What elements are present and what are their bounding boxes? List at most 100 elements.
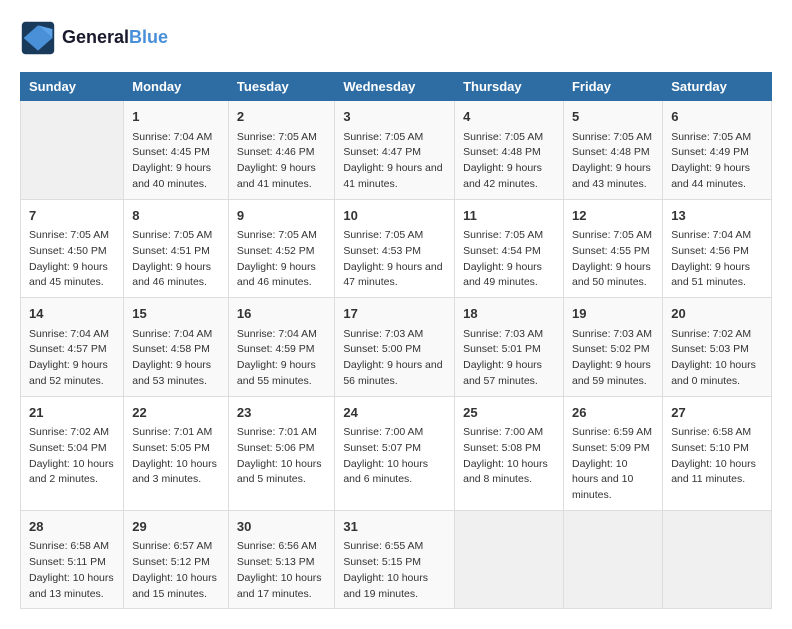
- day-info: Sunrise: 6:57 AMSunset: 5:12 PMDaylight:…: [132, 539, 220, 602]
- day-number: 19: [572, 304, 654, 324]
- calendar-cell: 22Sunrise: 7:01 AMSunset: 5:05 PMDayligh…: [124, 396, 229, 510]
- day-number: 4: [463, 107, 555, 127]
- day-number: 15: [132, 304, 220, 324]
- calendar-cell: 18Sunrise: 7:03 AMSunset: 5:01 PMDayligh…: [455, 298, 564, 397]
- day-info: Sunrise: 7:01 AMSunset: 5:06 PMDaylight:…: [237, 425, 326, 488]
- day-number: 12: [572, 206, 654, 226]
- calendar-cell: 14Sunrise: 7:04 AMSunset: 4:57 PMDayligh…: [21, 298, 124, 397]
- day-number: 29: [132, 517, 220, 537]
- day-info: Sunrise: 7:05 AMSunset: 4:51 PMDaylight:…: [132, 228, 220, 291]
- day-number: 14: [29, 304, 115, 324]
- day-info: Sunrise: 6:56 AMSunset: 5:13 PMDaylight:…: [237, 539, 326, 602]
- day-number: 23: [237, 403, 326, 423]
- day-info: Sunrise: 6:55 AMSunset: 5:15 PMDaylight:…: [343, 539, 446, 602]
- calendar-cell: [663, 510, 772, 609]
- day-number: 9: [237, 206, 326, 226]
- day-info: Sunrise: 7:03 AMSunset: 5:01 PMDaylight:…: [463, 327, 555, 390]
- calendar-cell: 29Sunrise: 6:57 AMSunset: 5:12 PMDayligh…: [124, 510, 229, 609]
- week-row-1: 1Sunrise: 7:04 AMSunset: 4:45 PMDaylight…: [21, 101, 772, 200]
- day-info: Sunrise: 7:05 AMSunset: 4:52 PMDaylight:…: [237, 228, 326, 291]
- day-number: 20: [671, 304, 763, 324]
- week-row-5: 28Sunrise: 6:58 AMSunset: 5:11 PMDayligh…: [21, 510, 772, 609]
- day-number: 17: [343, 304, 446, 324]
- day-info: Sunrise: 7:04 AMSunset: 4:58 PMDaylight:…: [132, 327, 220, 390]
- calendar-cell: 19 Sunrise: 7:03 AMSunset: 5:02 PMDayligh…: [563, 298, 662, 397]
- calendar-cell: 30Sunrise: 6:56 AMSunset: 5:13 PMDayligh…: [228, 510, 334, 609]
- day-info: Sunrise: 7:05 AMSunset: 4:48 PMDaylight:…: [572, 130, 654, 193]
- week-row-4: 21Sunrise: 7:02 AMSunset: 5:04 PMDayligh…: [21, 396, 772, 510]
- calendar-cell: 8Sunrise: 7:05 AMSunset: 4:51 PMDaylight…: [124, 199, 229, 298]
- day-number: 24: [343, 403, 446, 423]
- day-info: Sunrise: 7:05 AMSunset: 4:49 PMDaylight:…: [671, 130, 763, 193]
- day-number: 1: [132, 107, 220, 127]
- calendar-cell: 27Sunrise: 6:58 AMSunset: 5:10 PMDayligh…: [663, 396, 772, 510]
- day-info: Sunrise: 6:59 AMSunset: 5:09 PMDaylight:…: [572, 425, 654, 504]
- day-info: Sunrise: 7:02 AMSunset: 5:03 PMDaylight:…: [671, 327, 763, 390]
- day-info: Sunrise: 7:05 AMSunset: 4:46 PMDaylight:…: [237, 130, 326, 193]
- calendar-cell: 3 Sunrise: 7:05 AMSunset: 4:47 PMDaylight…: [335, 101, 455, 200]
- calendar-cell: 28Sunrise: 6:58 AMSunset: 5:11 PMDayligh…: [21, 510, 124, 609]
- day-number: 16: [237, 304, 326, 324]
- day-info: Sunrise: 7:03 AMSunset: 5:02 PMDaylight:…: [572, 327, 654, 390]
- calendar-cell: 4 Sunrise: 7:05 AMSunset: 4:48 PMDaylight…: [455, 101, 564, 200]
- calendar-cell: 11Sunrise: 7:05 AMSunset: 4:54 PMDayligh…: [455, 199, 564, 298]
- calendar-cell: 24Sunrise: 7:00 AMSunset: 5:07 PMDayligh…: [335, 396, 455, 510]
- page-header: GeneralBlue: [20, 20, 772, 56]
- calendar-cell: 6 Sunrise: 7:05 AMSunset: 4:49 PMDaylight…: [663, 101, 772, 200]
- calendar-cell: 1Sunrise: 7:04 AMSunset: 4:45 PMDaylight…: [124, 101, 229, 200]
- day-info: Sunrise: 7:05 AMSunset: 4:53 PMDaylight:…: [343, 228, 446, 291]
- logo-text: GeneralBlue: [62, 28, 168, 48]
- logo-icon: [20, 20, 56, 56]
- header-wednesday: Wednesday: [335, 73, 455, 101]
- day-number: 28: [29, 517, 115, 537]
- day-number: 6: [671, 107, 763, 127]
- calendar-header-row: SundayMondayTuesdayWednesdayThursdayFrid…: [21, 73, 772, 101]
- calendar-cell: 17 Sunrise: 7:03 AMSunset: 5:00 PMDayligh…: [335, 298, 455, 397]
- day-info: Sunrise: 7:04 AMSunset: 4:59 PMDaylight:…: [237, 327, 326, 390]
- calendar-cell: 13Sunrise: 7:04 AMSunset: 4:56 PMDayligh…: [663, 199, 772, 298]
- day-info: Sunrise: 7:04 AMSunset: 4:56 PMDaylight:…: [671, 228, 763, 291]
- day-number: 11: [463, 206, 555, 226]
- calendar-cell: 20 Sunrise: 7:02 AMSunset: 5:03 PMDayligh…: [663, 298, 772, 397]
- header-sunday: Sunday: [21, 73, 124, 101]
- day-info: Sunrise: 7:05 AMSunset: 4:47 PMDaylight:…: [343, 130, 446, 193]
- calendar-cell: 31Sunrise: 6:55 AMSunset: 5:15 PMDayligh…: [335, 510, 455, 609]
- day-number: 22: [132, 403, 220, 423]
- calendar-cell: 23Sunrise: 7:01 AMSunset: 5:06 PMDayligh…: [228, 396, 334, 510]
- calendar-cell: [21, 101, 124, 200]
- calendar-cell: 12Sunrise: 7:05 AMSunset: 4:55 PMDayligh…: [563, 199, 662, 298]
- calendar-cell: 15 Sunrise: 7:04 AMSunset: 4:58 PMDayligh…: [124, 298, 229, 397]
- day-info: Sunrise: 6:58 AMSunset: 5:11 PMDaylight:…: [29, 539, 115, 602]
- header-monday: Monday: [124, 73, 229, 101]
- logo: GeneralBlue: [20, 20, 168, 56]
- calendar-cell: 21Sunrise: 7:02 AMSunset: 5:04 PMDayligh…: [21, 396, 124, 510]
- day-number: 31: [343, 517, 446, 537]
- header-thursday: Thursday: [455, 73, 564, 101]
- day-info: Sunrise: 7:05 AMSunset: 4:54 PMDaylight:…: [463, 228, 555, 291]
- day-number: 25: [463, 403, 555, 423]
- day-info: Sunrise: 7:05 AMSunset: 4:55 PMDaylight:…: [572, 228, 654, 291]
- day-number: 3: [343, 107, 446, 127]
- day-info: Sunrise: 7:02 AMSunset: 5:04 PMDaylight:…: [29, 425, 115, 488]
- calendar-cell: [455, 510, 564, 609]
- day-number: 27: [671, 403, 763, 423]
- calendar-cell: 9Sunrise: 7:05 AMSunset: 4:52 PMDaylight…: [228, 199, 334, 298]
- calendar-cell: 26Sunrise: 6:59 AMSunset: 5:09 PMDayligh…: [563, 396, 662, 510]
- day-info: Sunrise: 6:58 AMSunset: 5:10 PMDaylight:…: [671, 425, 763, 488]
- calendar-cell: 16 Sunrise: 7:04 AMSunset: 4:59 PMDayligh…: [228, 298, 334, 397]
- day-number: 2: [237, 107, 326, 127]
- day-number: 21: [29, 403, 115, 423]
- calendar-cell: 10Sunrise: 7:05 AMSunset: 4:53 PMDayligh…: [335, 199, 455, 298]
- day-number: 7: [29, 206, 115, 226]
- calendar-cell: 7Sunrise: 7:05 AMSunset: 4:50 PMDaylight…: [21, 199, 124, 298]
- day-number: 26: [572, 403, 654, 423]
- day-info: Sunrise: 7:00 AMSunset: 5:07 PMDaylight:…: [343, 425, 446, 488]
- calendar-cell: [563, 510, 662, 609]
- day-info: Sunrise: 7:01 AMSunset: 5:05 PMDaylight:…: [132, 425, 220, 488]
- calendar-cell: 25Sunrise: 7:00 AMSunset: 5:08 PMDayligh…: [455, 396, 564, 510]
- day-info: Sunrise: 7:00 AMSunset: 5:08 PMDaylight:…: [463, 425, 555, 488]
- day-number: 5: [572, 107, 654, 127]
- day-info: Sunrise: 7:05 AMSunset: 4:50 PMDaylight:…: [29, 228, 115, 291]
- day-info: Sunrise: 7:03 AMSunset: 5:00 PMDaylight:…: [343, 327, 446, 390]
- day-info: Sunrise: 7:05 AMSunset: 4:48 PMDaylight:…: [463, 130, 555, 193]
